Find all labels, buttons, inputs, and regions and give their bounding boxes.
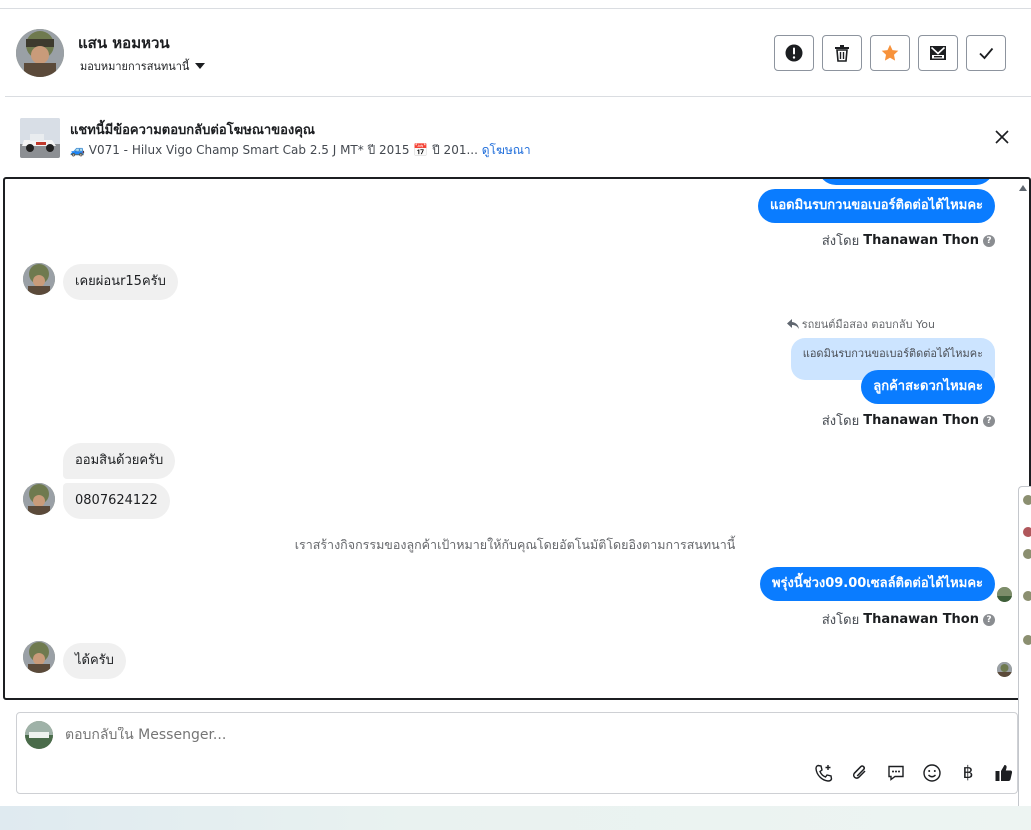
view-ad-link[interactable]: ดูโฆษณา bbox=[482, 143, 531, 157]
check-icon bbox=[979, 47, 994, 60]
ad-reply-banner: แชทนี้มีข้อความตอบกลับต่อโฆษณาของคุณ 🚙 V… bbox=[5, 98, 1031, 176]
message-outgoing[interactable]: พรุ่งนี้ช่วง09.00เซลล์ติดต่อได้ไหมคะ bbox=[759, 567, 995, 601]
attach-icon bbox=[852, 765, 866, 779]
close-icon[interactable] bbox=[993, 128, 1011, 146]
participant-avatar bbox=[1023, 549, 1031, 559]
participant-avatar bbox=[1023, 495, 1031, 505]
message-incoming[interactable]: ออมสินด้วยครับ bbox=[63, 443, 176, 479]
message-incoming[interactable]: 0807624122 bbox=[63, 483, 170, 519]
inbox-conversation-view: แสน หอมหวน มอบหมายการสนทนานี้ แชทนี้มีข้… bbox=[0, 0, 1031, 830]
participant-avatar bbox=[1023, 527, 1031, 537]
system-note: เราสร้างกิจกรรมของลูกค้าเป้าหมายให้กับคุ… bbox=[294, 537, 736, 552]
emoji-icon bbox=[923, 764, 941, 782]
caret-down-icon bbox=[195, 63, 206, 69]
message-thread[interactable]: แอดมินรบกวนขอเบอร์ติดต่อได้ไหมคะ ส่งโดย … bbox=[3, 177, 1031, 700]
payment-button[interactable]: ฿ bbox=[956, 761, 980, 785]
help-icon[interactable]: ? bbox=[983, 234, 995, 247]
baht-icon: ฿ bbox=[962, 763, 974, 783]
help-icon[interactable]: ? bbox=[983, 414, 995, 427]
star-button[interactable] bbox=[870, 35, 910, 71]
message-outgoing[interactable]: ลูกค้าสะดวกไหมคะ bbox=[861, 370, 995, 404]
read-receipt-avatar bbox=[997, 662, 1012, 677]
conversation-header: แสน หอมหวน มอบหมายการสนทนานี้ bbox=[5, 9, 1031, 97]
side-panel-edge[interactable] bbox=[1018, 486, 1031, 820]
message-composer: ฿ bbox=[16, 712, 1018, 794]
contact-avatar[interactable] bbox=[23, 641, 55, 673]
contact-avatar[interactable] bbox=[16, 29, 64, 77]
contact-avatar[interactable] bbox=[23, 263, 55, 295]
participant-avatar bbox=[1023, 635, 1031, 645]
mark-unread-button[interactable] bbox=[918, 35, 958, 71]
star-icon bbox=[881, 44, 899, 61]
ad-thumbnail[interactable] bbox=[20, 118, 60, 158]
sent-by-prefix: ส่งโดย bbox=[821, 234, 860, 249]
reply-context-text: รถยนต์มือสอง ตอบกลับ You bbox=[801, 318, 935, 331]
call-add-icon bbox=[815, 764, 833, 782]
assign-dropdown[interactable]: มอบหมายการสนทนานี้ bbox=[80, 57, 206, 75]
read-receipt-avatar bbox=[997, 587, 1012, 602]
assign-label: มอบหมายการสนทนานี้ bbox=[80, 60, 190, 73]
call-button[interactable] bbox=[812, 761, 836, 785]
help-icon[interactable]: ? bbox=[983, 613, 995, 626]
report-button[interactable] bbox=[774, 35, 814, 71]
quick-reply-button[interactable] bbox=[884, 761, 908, 785]
like-button[interactable] bbox=[992, 761, 1016, 785]
page-background-band bbox=[0, 806, 1031, 830]
trash-icon bbox=[835, 45, 849, 62]
message-incoming[interactable]: ได้ครับ bbox=[63, 643, 126, 679]
page-avatar bbox=[25, 721, 53, 749]
message-incoming[interactable]: เคยผ่อนr15ครับ bbox=[63, 264, 178, 300]
delete-button[interactable] bbox=[822, 35, 862, 71]
attach-button[interactable] bbox=[848, 761, 872, 785]
quick-reply-icon bbox=[888, 765, 904, 781]
ad-banner-subtitle: 🚙 V071 - Hilux Vigo Champ Smart Cab 2.5 … bbox=[70, 141, 531, 160]
done-button[interactable] bbox=[966, 35, 1006, 71]
mail-icon bbox=[930, 46, 946, 60]
message-outgoing[interactable]: แอดมินรบกวนขอเบอร์ติดต่อได้ไหมคะ bbox=[757, 189, 995, 223]
sent-by-label: ส่งโดย Thanawan Thon ? bbox=[822, 230, 995, 251]
sent-by-prefix: ส่งโดย bbox=[821, 613, 860, 628]
contact-avatar[interactable] bbox=[23, 483, 55, 515]
reply-context: รถยนต์มือสอง ตอบกลับ You bbox=[786, 315, 935, 333]
participant-avatar bbox=[1023, 591, 1031, 601]
reply-input[interactable] bbox=[65, 727, 865, 743]
sent-by-label: ส่งโดย Thanawan Thon ? bbox=[822, 609, 995, 630]
sender-name: Thanawan Thon bbox=[863, 233, 979, 248]
scroll-up-icon[interactable] bbox=[1019, 185, 1027, 191]
sender-name: Thanawan Thon bbox=[863, 413, 979, 428]
header-actions bbox=[774, 35, 1006, 71]
contact-name[interactable]: แสน หอมหวน bbox=[78, 31, 170, 55]
ad-banner-title: แชทนี้มีข้อความตอบกลับต่อโฆษณาของคุณ bbox=[70, 123, 315, 138]
composer-toolbar: ฿ bbox=[812, 761, 1016, 785]
sent-by-label: ส่งโดย Thanawan Thon ? bbox=[822, 410, 995, 431]
reply-arrow-icon bbox=[786, 319, 799, 329]
ad-description: 🚙 V071 - Hilux Vigo Champ Smart Cab 2.5 … bbox=[70, 143, 478, 157]
like-icon bbox=[995, 765, 1013, 781]
alert-icon bbox=[785, 44, 803, 62]
sent-by-prefix: ส่งโดย bbox=[821, 414, 860, 429]
message-bubble-partial[interactable] bbox=[818, 179, 994, 185]
emoji-button[interactable] bbox=[920, 761, 944, 785]
sender-name: Thanawan Thon bbox=[863, 612, 979, 627]
